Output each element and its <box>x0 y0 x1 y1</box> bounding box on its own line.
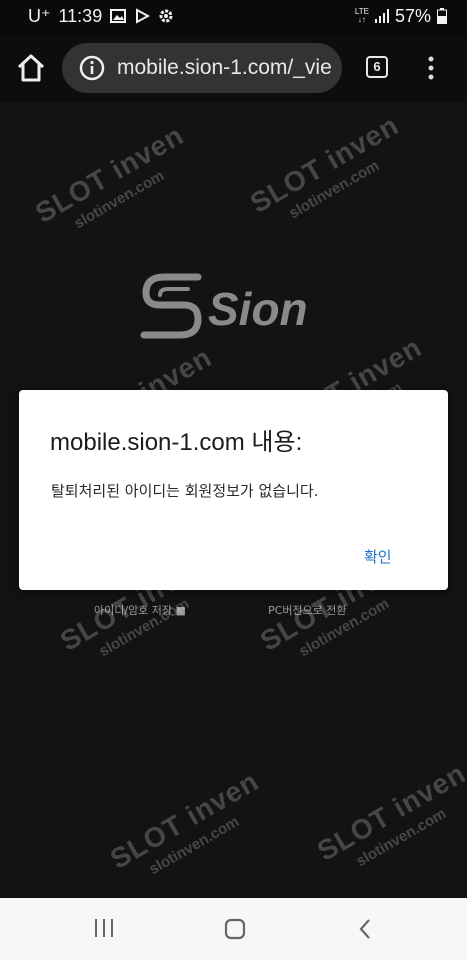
browser-toolbar: mobile.sion-1.com/_vie 6 <box>0 34 467 102</box>
battery-icon <box>437 8 447 24</box>
back-chevron-icon <box>359 919 370 939</box>
back-button[interactable] <box>355 917 375 941</box>
address-bar[interactable]: mobile.sion-1.com/_vie <box>62 43 342 93</box>
home-square-icon <box>224 918 246 940</box>
watermark-subtitle: slotinven.com <box>353 805 450 871</box>
gallery-icon <box>110 8 127 24</box>
dialog-title: mobile.sion-1.com 내용: <box>50 429 303 456</box>
watermark: SLOT inven slotinven.com <box>30 119 199 246</box>
play-store-icon <box>134 8 151 24</box>
signal-icon <box>374 9 389 23</box>
watermark-subtitle: slotinven.com <box>71 167 168 233</box>
watermark-title: SLOT inven <box>312 757 467 867</box>
battery-percent: 57% <box>394 6 431 26</box>
dialog-message: 탈퇴처리된 아이디는 회원정보가 없습니다. <box>51 482 319 500</box>
status-left: U⁺ 11:39 <box>28 6 174 26</box>
carrier-label: U⁺ <box>28 6 51 26</box>
save-credentials-checkbox[interactable]: 아이디/암호 저장 ■ <box>94 602 186 618</box>
home-button[interactable] <box>14 52 48 84</box>
settings-icon <box>158 8 174 24</box>
ok-button[interactable]: 확인 <box>364 546 392 567</box>
system-navigation-bar <box>0 898 467 960</box>
url-text[interactable]: mobile.sion-1.com/_vie <box>117 56 332 80</box>
system-home-button[interactable] <box>223 917 247 941</box>
home-icon <box>17 54 45 82</box>
overflow-menu-button[interactable] <box>421 54 441 82</box>
watermark: SLOT inven slotinven.com <box>105 765 274 892</box>
pc-version-link[interactable]: PC버전으로 전환 <box>268 602 347 618</box>
recents-button[interactable] <box>92 918 116 938</box>
tab-switcher-button[interactable]: 6 <box>366 56 388 78</box>
data-arrows-icon: ↓↑ <box>357 15 366 24</box>
watermark-subtitle: slotinven.com <box>286 157 383 223</box>
status-right: LTE ↓↑ 57% <box>355 6 447 26</box>
logo-text: Sion <box>208 283 308 335</box>
watermark-title: SLOT inven <box>105 765 264 875</box>
status-bar: U⁺ 11:39 LTE ↓↑ 57% <box>0 0 467 34</box>
info-icon[interactable] <box>79 55 105 81</box>
recents-icon <box>95 919 113 937</box>
watermark: SLOT inven slotinven.com <box>312 757 467 884</box>
watermark: SLOT inven slotinven.com <box>245 109 414 236</box>
watermark-subtitle: slotinven.com <box>146 813 243 879</box>
sion-logo: Sion <box>140 273 308 339</box>
clock: 11:39 <box>58 6 103 26</box>
watermark-title: SLOT inven <box>30 119 189 229</box>
alert-dialog: mobile.sion-1.com 내용: 탈퇴처리된 아이디는 회원정보가 없… <box>19 390 448 590</box>
watermark-title: SLOT inven <box>245 109 404 219</box>
lte-indicator: LTE ↓↑ <box>355 8 369 24</box>
more-vertical-icon <box>428 56 434 80</box>
